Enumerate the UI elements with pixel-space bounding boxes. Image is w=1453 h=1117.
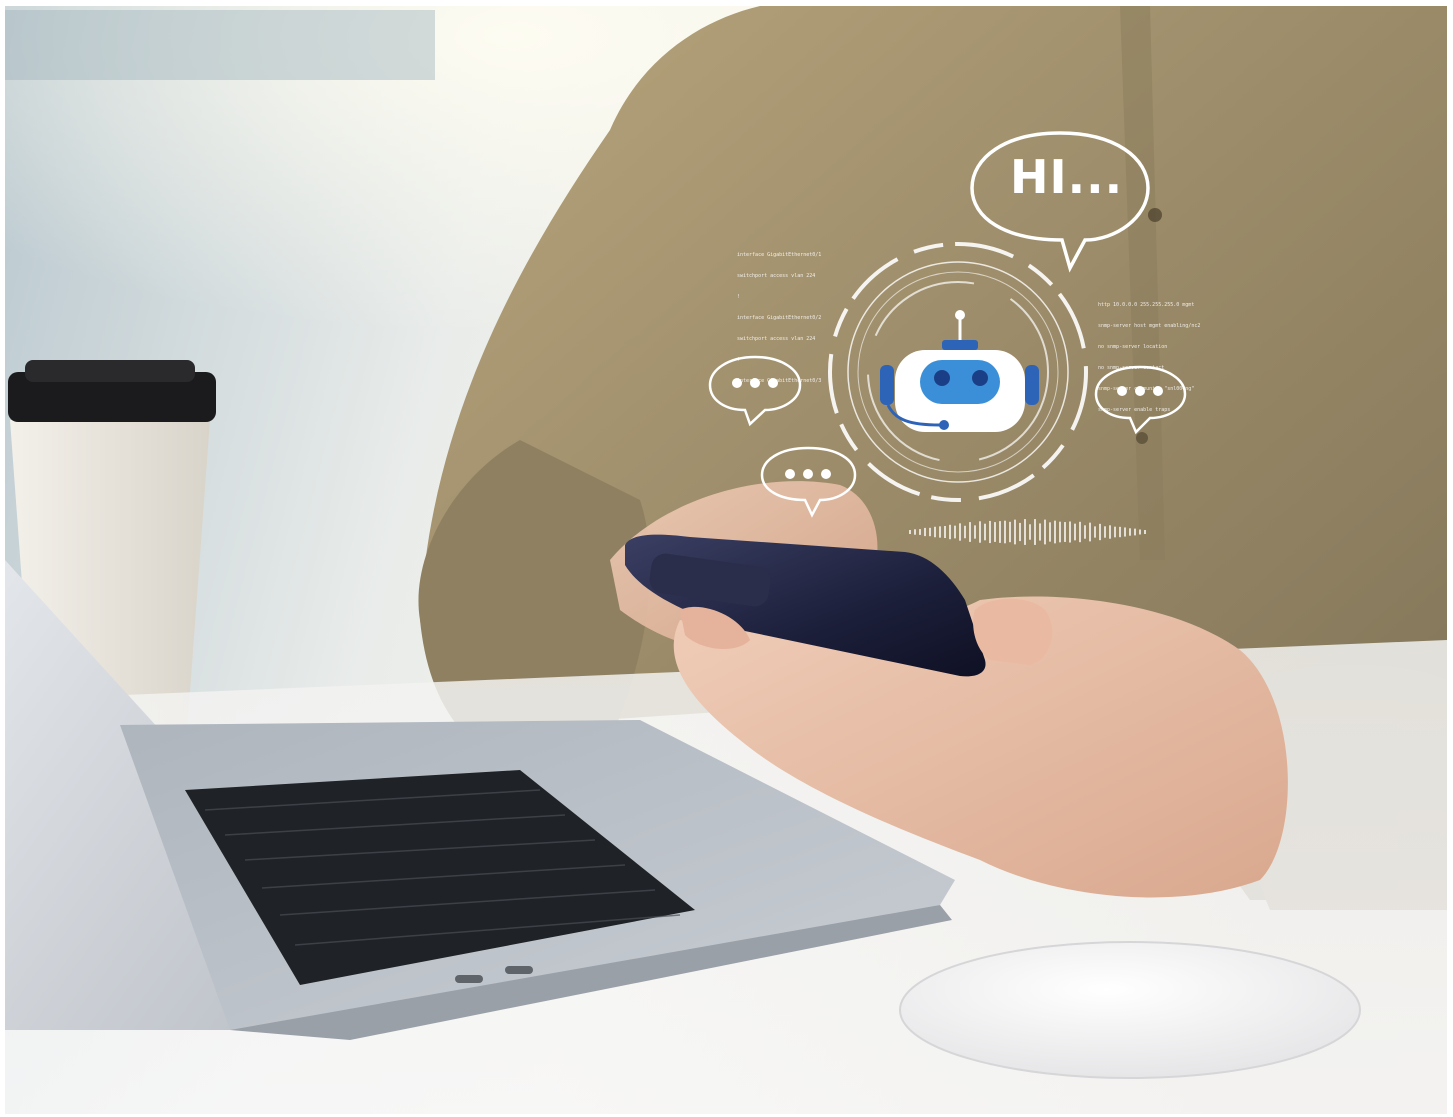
code-line: no snmp-server contact [1098, 365, 1165, 371]
code-line: snmp-server community "snl004ng" [1098, 386, 1195, 392]
code-line: interface GigabitEthernet0/3 [737, 378, 822, 384]
greeting-text: HI... [1010, 150, 1124, 204]
code-snippet-left: interface GigabitEthernet0/1 switchport … [737, 238, 821, 399]
code-line: switchport access vlan 224 [737, 336, 816, 342]
typing-bubble-bottom [760, 446, 857, 518]
code-line: interface GigabitEthernet0/1 [737, 252, 822, 258]
code-line: snmp-server enable traps [1098, 407, 1171, 413]
photo-scene: HI... interface GigabitEthernet0/1 switc… [0, 0, 1453, 1117]
code-line: switchport access vlan 224 [737, 273, 816, 279]
chatbot-hologram-overlay [708, 131, 1187, 545]
code-line: ! [737, 294, 741, 300]
code-snippet-right: http 10.0.0.0 255.255.255.0 mgmt snmp-se… [1098, 288, 1200, 428]
sound-wave-icon [909, 519, 1146, 545]
code-line: http 10.0.0.0 255.255.255.0 mgmt [1098, 302, 1195, 308]
code-line: snmp-server host mgmt enabling/nc2 [1098, 323, 1201, 329]
code-line: no snmp-server location [1098, 344, 1168, 350]
code-line: interface GigabitEthernet0/2 [737, 315, 822, 321]
code-line: ! [737, 357, 741, 363]
robot-icon [880, 310, 1039, 432]
